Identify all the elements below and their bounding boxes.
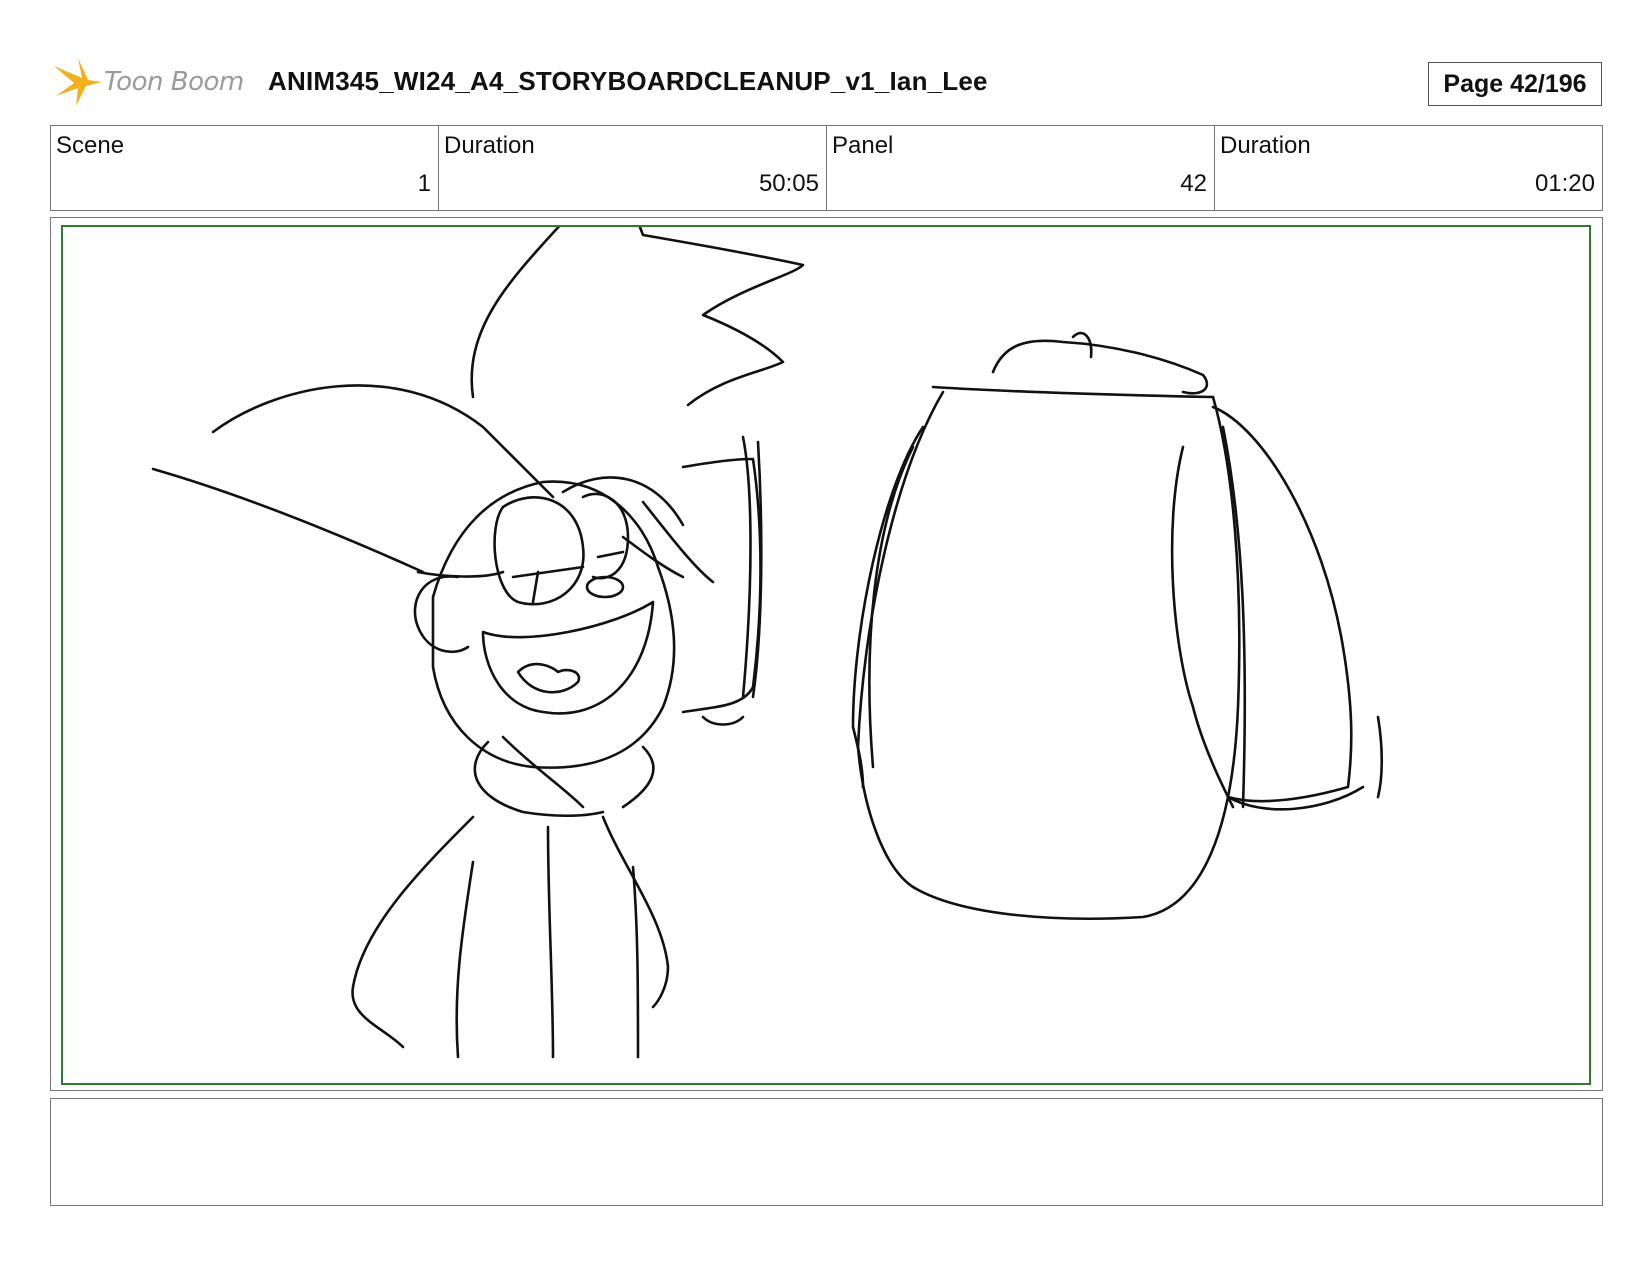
- mouth: [481, 600, 655, 715]
- page-indicator: Page 42/196: [1428, 62, 1602, 106]
- scene-cell: Scene 1: [51, 126, 439, 210]
- glasses-left: [493, 496, 585, 606]
- panel-info-table: Scene 1 Duration 50:05 Panel 42 Duration…: [50, 125, 1603, 211]
- hoodie-shoulder-line: [931, 385, 1215, 399]
- page-number: 42/196: [1510, 69, 1587, 98]
- panel-notes-box: [50, 1098, 1603, 1206]
- glasses-arm: [416, 570, 505, 578]
- tongue: [516, 662, 581, 694]
- body-zipper-lines: [455, 825, 640, 1059]
- hoodie-body: [856, 390, 1241, 920]
- scene-value: 1: [417, 170, 431, 197]
- panel-label: Panel: [832, 132, 894, 159]
- panel-duration-value: 01:20: [1534, 170, 1595, 197]
- toon-boom-star-icon: [54, 58, 102, 106]
- scene-duration-cell: Duration 50:05: [439, 126, 827, 210]
- hair-spike-lines: [470, 227, 805, 407]
- panel-duration-label: Duration: [1220, 132, 1311, 159]
- scene-label: Scene: [56, 132, 125, 159]
- panel-cell: Panel 42: [827, 126, 1215, 210]
- ear-outline: [413, 575, 470, 654]
- toon-boom-logo: Toon Boom: [52, 56, 252, 108]
- nose: [585, 575, 625, 599]
- hoodie-left-sleeve: [851, 425, 925, 789]
- panel-duration-cell: Duration 01:20: [1215, 126, 1602, 210]
- panel-value: 42: [1180, 170, 1207, 197]
- head-outline: [431, 480, 676, 769]
- body-outline: [351, 815, 670, 1049]
- page-label: Page: [1443, 69, 1504, 98]
- hoodie-right-sleeve: [1170, 405, 1353, 809]
- storyboard-drawing-area: [61, 225, 1591, 1085]
- hoodie-cuff: [1226, 715, 1384, 811]
- hoodie-hook: [991, 331, 1209, 395]
- scene-duration-label: Duration: [444, 132, 535, 159]
- scene-duration-value: 50:05: [758, 170, 819, 197]
- storyboard-sketch: [151, 227, 1384, 1059]
- eye-right: [596, 550, 625, 559]
- hair-bang-lines: [561, 476, 715, 584]
- hair-fringe-lines: [151, 384, 555, 574]
- logo-text: Toon Boom: [104, 67, 244, 97]
- document-title: ANIM345_WI24_A4_STORYBOARDCLEANUP_v1_Ian…: [268, 66, 988, 96]
